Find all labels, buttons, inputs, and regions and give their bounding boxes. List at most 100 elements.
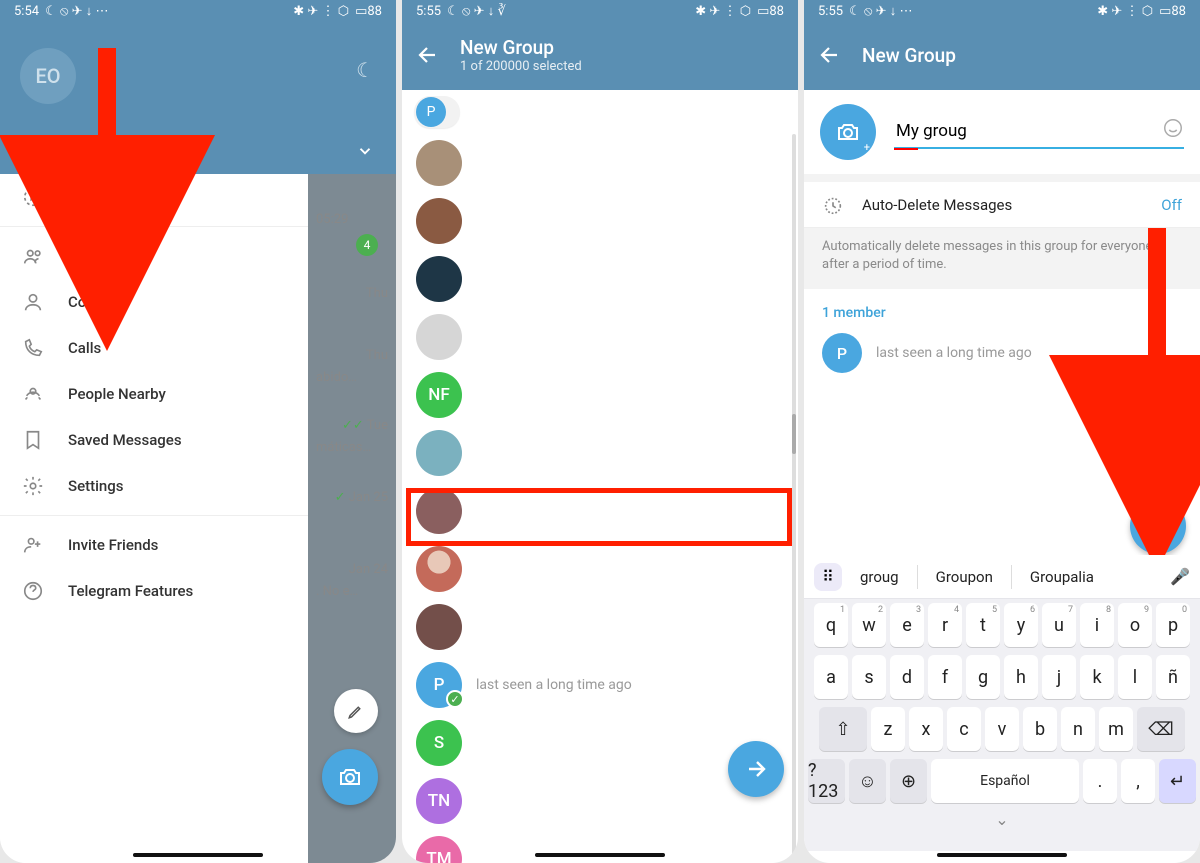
keyboard-key[interactable]: k (1080, 655, 1114, 699)
camera-fab[interactable] (322, 749, 378, 805)
compose-button[interactable] (334, 689, 378, 733)
chat-snippet: abido… (316, 370, 388, 385)
keyboard-key[interactable]: s (852, 655, 886, 699)
keyboard-key[interactable]: x (909, 707, 943, 751)
screen-title: New Group (862, 44, 956, 67)
contact-avatar: TM (416, 836, 462, 863)
keyboard-key[interactable]: e3 (890, 603, 924, 647)
keyboard-key[interactable]: ñ (1156, 655, 1190, 699)
confirm-fab[interactable] (1130, 498, 1186, 554)
member-status: last seen a long time ago (876, 345, 1032, 361)
battery-icon: ▭88 (757, 4, 784, 19)
soft-keyboard[interactable]: ⠿ groug Groupon Groupalia 🎤 q1w2e3r4t5y6… (804, 555, 1200, 851)
chat-day: Thu (316, 348, 388, 363)
menu-contacts[interactable]: Contacts (0, 279, 310, 325)
keyboard-key[interactable]: n (1061, 707, 1095, 751)
keyboard-key[interactable]: ⇧ (819, 707, 867, 751)
keyboard-key[interactable]: v (985, 707, 1019, 751)
gesture-bar (535, 853, 665, 857)
member-row[interactable]: P last seen a long time ago (804, 327, 1200, 379)
keyboard-key[interactable]: ⊕ (890, 759, 927, 803)
contact-row[interactable] (402, 482, 798, 540)
keyboard-key[interactable]: m (1099, 707, 1133, 751)
keyboard-key[interactable]: . (1083, 759, 1117, 803)
keyboard-key[interactable]: b (1023, 707, 1057, 751)
keyboard-key[interactable]: o9 (1118, 603, 1152, 647)
back-button[interactable] (416, 43, 440, 67)
chevron-down-icon[interactable] (356, 142, 374, 160)
menu-people-nearby[interactable]: People Nearby (0, 371, 310, 417)
group-photo-button[interactable]: + (820, 104, 876, 160)
keyboard-key[interactable]: z (871, 707, 905, 751)
keyboard-key[interactable]: j (1042, 655, 1076, 699)
keyboard-key[interactable]: c (947, 707, 981, 751)
member-avatar: P (822, 333, 862, 373)
keyboard-key[interactable]: l (1118, 655, 1152, 699)
contact-row[interactable] (402, 540, 798, 598)
keyboard-key[interactable]: d (890, 655, 924, 699)
mic-icon[interactable]: 🎤 (1170, 567, 1190, 586)
user-avatar[interactable]: EO (20, 48, 76, 104)
emoji-icon[interactable] (1162, 117, 1184, 139)
keyboard-key[interactable]: f (928, 655, 962, 699)
suggestion[interactable]: Groupalia (1020, 568, 1104, 586)
contact-row[interactable] (402, 424, 798, 482)
battery-icon: ▭88 (355, 4, 382, 19)
keyboard-key[interactable]: w2 (852, 603, 886, 647)
menu-saved-messages[interactable]: Saved Messages (0, 417, 310, 463)
contact-row[interactable] (402, 598, 798, 656)
keyboard-key[interactable]: q1 (814, 603, 848, 647)
keyboard-key[interactable]: h (1004, 655, 1038, 699)
menu-telegram-features[interactable]: Telegram Features (0, 568, 310, 614)
night-mode-icon[interactable]: ☾ (356, 58, 374, 82)
contact-row[interactable] (402, 308, 798, 366)
menu-label: Telegram Features (68, 582, 193, 600)
chat-snippet: máticas… (316, 440, 388, 455)
group-name-input[interactable] (894, 115, 1184, 149)
setting-value: Off (1161, 196, 1182, 214)
contact-row[interactable] (402, 192, 798, 250)
auto-delete-setting[interactable]: Auto-Delete Messages Off (804, 174, 1200, 228)
chat-snippet: . No e… (316, 584, 388, 599)
unread-badge: 4 (356, 234, 378, 256)
contact-avatar (416, 256, 462, 302)
keyboard-collapse[interactable]: ⌄ (804, 807, 1200, 831)
suggestion[interactable]: Groupon (926, 568, 1003, 586)
keyboard-key[interactable]: ?123 (808, 759, 845, 803)
keyboard-key[interactable]: ⌫ (1137, 707, 1185, 751)
back-button[interactable] (818, 43, 842, 67)
menu-new-group[interactable]: New Group (0, 233, 310, 279)
keyboard-key[interactable]: Español (931, 759, 1079, 803)
contact-row[interactable]: P✓last seen a long time ago (402, 656, 798, 714)
contact-row[interactable]: TM (402, 830, 798, 863)
selected-chip[interactable]: P (414, 96, 460, 128)
menu-calls[interactable]: Calls (0, 325, 310, 371)
menu-invite-friends[interactable]: Invite Friends (0, 522, 310, 568)
keyboard-key[interactable]: , (1121, 759, 1155, 803)
contact-avatar: S (416, 720, 462, 766)
keyboard-app-icon[interactable]: ⠿ (814, 563, 842, 591)
status-icons: ☾ ⦸ ✈ ↓ ∛ (447, 3, 506, 19)
next-fab[interactable] (728, 741, 784, 797)
keyboard-key[interactable]: a (814, 655, 848, 699)
keyboard-key[interactable]: r4 (928, 603, 962, 647)
keyboard-key[interactable]: p0 (1156, 603, 1190, 647)
menu-my-stories[interactable]: My Stories (0, 174, 310, 220)
keyboard-key[interactable]: u7 (1042, 603, 1076, 647)
menu-settings[interactable]: Settings (0, 463, 310, 509)
contact-avatar (416, 604, 462, 650)
suggestion[interactable]: groug (850, 568, 909, 586)
keyboard-key[interactable]: ☺ (849, 759, 886, 803)
selected-chips-row: P (402, 90, 798, 134)
keyboard-key[interactable]: i8 (1080, 603, 1114, 647)
keyboard-key[interactable]: g (966, 655, 1000, 699)
gesture-bar (133, 853, 263, 857)
contact-row[interactable]: NF (402, 366, 798, 424)
keyboard-key[interactable]: t5 (966, 603, 1000, 647)
contact-avatar (416, 314, 462, 360)
contact-row[interactable] (402, 134, 798, 192)
menu-label: My Stories (68, 188, 140, 206)
contact-row[interactable] (402, 250, 798, 308)
keyboard-key[interactable]: ↵ (1159, 759, 1196, 803)
keyboard-key[interactable]: y6 (1004, 603, 1038, 647)
